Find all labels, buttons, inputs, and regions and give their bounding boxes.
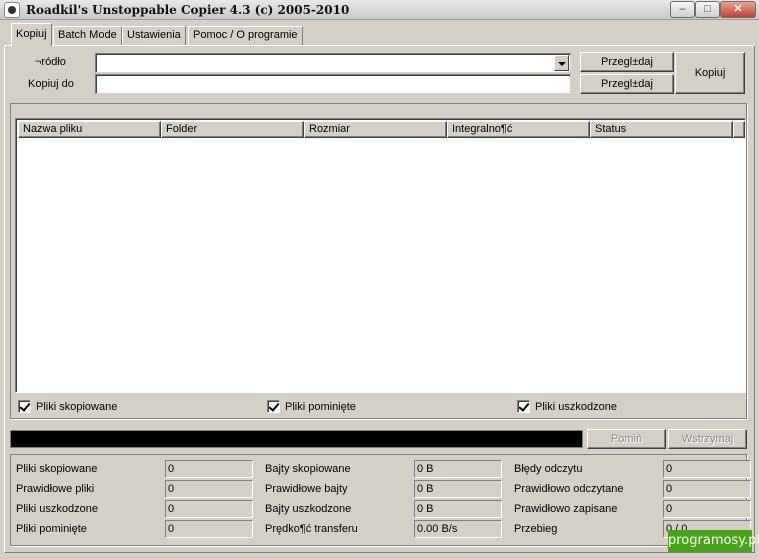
file-list-header: Nazwa pliku Folder Rozmiar Integralno¶ć … xyxy=(18,121,745,138)
source-combobox[interactable] xyxy=(95,53,571,73)
destination-input[interactable] xyxy=(95,74,571,94)
stat-value: 0 xyxy=(165,520,253,538)
stat-value: 0 xyxy=(663,480,751,498)
stat-label: Błędy odczytu xyxy=(514,463,583,475)
stat-value: 0 B xyxy=(414,500,502,518)
stat-value: 0 xyxy=(663,500,751,518)
filter-damaged[interactable]: Pliki uszkodzone xyxy=(517,400,617,413)
source-browse-button[interactable]: Przegl±daj xyxy=(580,52,674,72)
column-header-size[interactable]: Rozmiar xyxy=(304,121,447,138)
column-header-status[interactable]: Status xyxy=(590,121,733,138)
stat-label: Bajty uszkodzone xyxy=(265,503,352,515)
filter-skipped-checkbox[interactable] xyxy=(267,400,280,413)
stat-label: Prawidłowo odczytane xyxy=(514,483,624,495)
filter-skipped-label: Pliki pominięte xyxy=(285,400,356,413)
destination-browse-button[interactable]: Przegl±daj xyxy=(580,74,674,94)
filter-copied[interactable]: Pliki skopiowane xyxy=(18,400,117,413)
stat-value: 0 B xyxy=(414,480,502,498)
file-list[interactable]: Nazwa pliku Folder Rozmiar Integralno¶ć … xyxy=(15,118,746,393)
stat-value: 0.00 B/s xyxy=(414,520,502,538)
stat-label: Bajty skopiowane xyxy=(265,463,351,475)
stat-value: 0 xyxy=(165,480,253,498)
filter-damaged-checkbox[interactable] xyxy=(517,400,530,413)
stat-label: Prawidłowe pliki xyxy=(16,483,95,495)
filter-skipped[interactable]: Pliki pominięte xyxy=(267,400,356,413)
progress-bar xyxy=(10,430,583,448)
stat-label: Prędko¶ć transferu xyxy=(265,523,358,535)
filter-damaged-label: Pliki uszkodzone xyxy=(535,400,617,413)
stat-label: Prawidłowe bajty xyxy=(265,483,348,495)
stat-label: Pliki skopiowane xyxy=(16,463,98,475)
stat-value: 0 B xyxy=(414,460,502,478)
chevron-down-icon[interactable] xyxy=(554,55,569,71)
watermark-badge: programosy.pl xyxy=(668,530,759,552)
copy-button[interactable]: Kopiuj xyxy=(675,52,745,94)
stat-label: Przebieg xyxy=(514,523,558,535)
column-header-name[interactable]: Nazwa pliku xyxy=(18,121,161,138)
skip-button[interactable]: Pomiń xyxy=(587,429,666,449)
column-header-integrity[interactable]: Integralno¶ć xyxy=(447,121,590,138)
filter-copied-checkbox[interactable] xyxy=(18,400,31,413)
stat-value: 0 xyxy=(663,460,751,478)
filter-copied-label: Pliki skopiowane xyxy=(36,400,118,413)
column-header-folder[interactable]: Folder xyxy=(161,121,304,138)
stat-label: Pliki uszkodzone xyxy=(16,503,98,515)
source-label: ¬ródło xyxy=(35,56,66,68)
stat-value: 0 xyxy=(165,460,253,478)
stats-group xyxy=(10,454,747,546)
stat-value: 0 xyxy=(165,500,253,518)
pause-button[interactable]: Wstrzymaj xyxy=(668,429,747,449)
column-header-filler xyxy=(733,121,745,138)
stat-label: Prawidłowo zapisane xyxy=(514,503,618,515)
destination-label: Kopiuj do xyxy=(28,78,74,90)
stat-label: Pliki pominięte xyxy=(16,523,87,535)
